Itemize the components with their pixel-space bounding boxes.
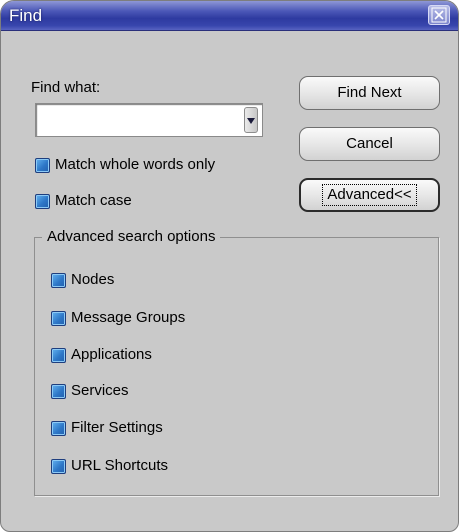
option-label: URL Shortcuts <box>71 457 168 474</box>
close-button[interactable] <box>428 5 450 25</box>
match-whole-words-checkbox[interactable]: Match whole words only <box>35 156 275 176</box>
checkbox-box[interactable] <box>35 158 50 173</box>
window-title: Find <box>9 6 43 25</box>
option-nodes-checkbox[interactable]: Nodes <box>51 271 251 291</box>
option-applications-checkbox[interactable]: Applications <box>51 346 251 366</box>
find-dialog: Find Find what: Match whole words only M… <box>0 0 459 532</box>
option-label: Filter Settings <box>71 419 163 436</box>
find-next-button[interactable]: Find Next <box>299 76 440 110</box>
checkbox-box[interactable] <box>51 348 66 363</box>
checkbox-box[interactable] <box>51 311 66 326</box>
advanced-search-options-legend: Advanced search options <box>42 228 221 245</box>
cancel-button[interactable]: Cancel <box>299 127 440 161</box>
option-filter-settings-checkbox[interactable]: Filter Settings <box>51 419 251 439</box>
option-label: Applications <box>71 346 152 363</box>
option-label: Message Groups <box>71 309 186 326</box>
option-url-shortcuts-checkbox[interactable]: URL Shortcuts <box>51 457 251 477</box>
option-services-checkbox[interactable]: Services <box>51 382 251 402</box>
find-what-label: Find what: <box>31 79 101 96</box>
find-what-combobox[interactable] <box>35 103 263 137</box>
option-label: Nodes <box>71 271 115 288</box>
match-case-checkbox[interactable]: Match case <box>35 192 195 212</box>
checkbox-box[interactable] <box>51 421 66 436</box>
checkbox-box[interactable] <box>51 273 66 288</box>
checkbox-box[interactable] <box>35 194 50 209</box>
match-whole-words-label: Match whole words only <box>55 156 216 173</box>
advanced-button-label: Advanced<< <box>322 184 417 206</box>
title-bar[interactable]: Find <box>1 1 458 31</box>
dropdown-button[interactable] <box>244 107 258 133</box>
option-label: Services <box>71 382 129 399</box>
close-icon <box>431 7 447 23</box>
option-message-groups-checkbox[interactable]: Message Groups <box>51 309 251 329</box>
match-case-label: Match case <box>55 192 132 209</box>
chevron-down-icon <box>247 118 255 124</box>
advanced-toggle-button[interactable]: Advanced<< <box>299 178 440 212</box>
checkbox-box[interactable] <box>51 459 66 474</box>
checkbox-box[interactable] <box>51 384 66 399</box>
